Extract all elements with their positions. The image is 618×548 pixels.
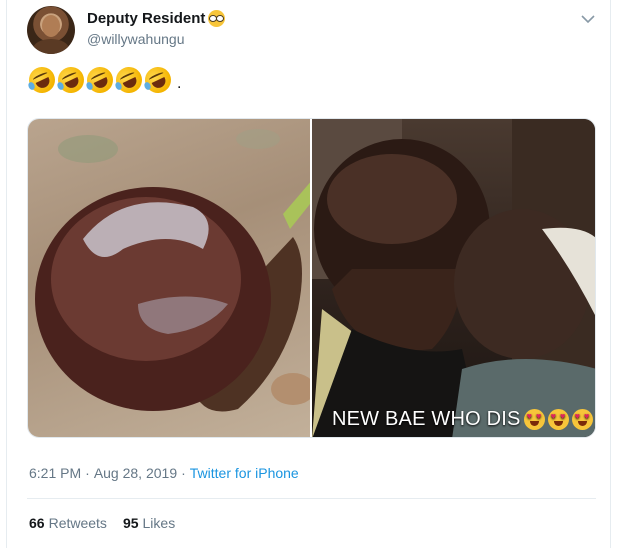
tweet-media[interactable]: NEW BAE WHO DIS <box>27 118 596 438</box>
rolling-on-floor-laughing-icon <box>140 62 176 98</box>
likes-label: Likes <box>142 515 176 531</box>
tweet-time[interactable]: 6:21 PM <box>29 465 81 481</box>
avatar-face <box>42 15 60 37</box>
meme-caption: NEW BAE WHO DIS <box>332 408 593 431</box>
rolling-on-floor-laughing-icon <box>24 62 60 98</box>
tweet-text-trailing: . <box>177 75 182 92</box>
rolling-on-floor-laughing-icon <box>53 62 89 98</box>
avatar[interactable] <box>27 6 75 54</box>
meta-separator: · <box>85 465 90 481</box>
tweet-card: Deputy Resident @willywahungu . NEW BAE … <box>6 0 611 548</box>
tweet-meta: 6:21 PM · Aug 28, 2019 · Twitter for iPh… <box>29 465 299 481</box>
heart-eyes-icon <box>571 409 593 430</box>
meme-photo-right[interactable]: NEW BAE WHO DIS <box>312 119 595 437</box>
display-name[interactable]: Deputy Resident <box>87 10 226 27</box>
tweet-text: . <box>24 62 182 98</box>
photo-left-illustration <box>35 129 318 412</box>
likes-stat[interactable]: 95 Likes <box>123 515 175 531</box>
retweets-count: 66 <box>29 515 45 531</box>
rolling-on-floor-laughing-icon <box>82 62 118 98</box>
rolling-on-floor-laughing-icon <box>111 62 147 98</box>
avatar-shoulders <box>33 39 69 54</box>
tweet-date[interactable]: Aug 28, 2019 <box>94 465 177 481</box>
retweets-label: Retweets <box>48 515 107 531</box>
display-name-text: Deputy Resident <box>87 10 206 27</box>
likes-count: 95 <box>122 515 139 531</box>
tweet-stats: 66 Retweets 95 Likes <box>29 515 175 531</box>
retweets-stat[interactable]: 66 Retweets <box>29 515 107 531</box>
user-handle[interactable]: @willywahungu <box>87 31 184 47</box>
tweet-source-link[interactable]: Twitter for iPhone <box>190 465 299 481</box>
heart-eyes-icon <box>547 409 569 430</box>
heart-eyes-icon <box>523 409 545 430</box>
chevron-down-icon[interactable] <box>579 10 597 28</box>
photo-right-illustration <box>312 119 595 437</box>
meta-separator: · <box>181 465 186 481</box>
meme-caption-text: NEW BAE WHO DIS <box>332 408 521 430</box>
meme-photo-left[interactable] <box>28 119 318 437</box>
divider <box>27 498 596 499</box>
nerd-face-icon <box>208 10 226 27</box>
